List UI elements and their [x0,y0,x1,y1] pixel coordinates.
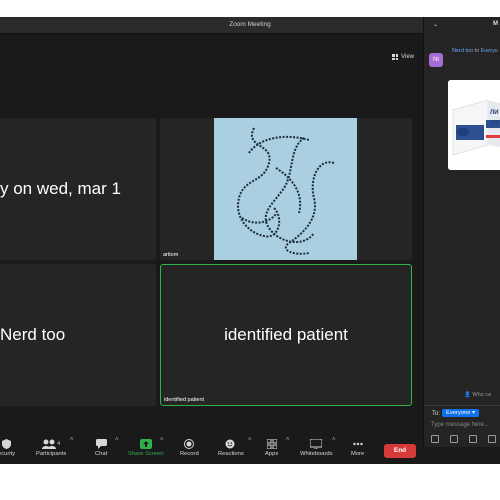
chat-button[interactable]: Chat [95,438,107,457]
video-gallery: View y on wed, mar 1 artiom Nerd too ide… [0,34,422,453]
reactions-button[interactable]: Reactions [218,438,244,457]
share-screen-chevron-up-icon[interactable]: ˄ [160,437,164,443]
video-tile-artiom[interactable]: artiom [160,118,412,260]
participants-chevron-up-icon[interactable]: ˄ [70,437,74,443]
apps-label: Apps [265,451,279,457]
participant-display-text: identified patient [224,325,348,344]
apps-button[interactable]: Apps [265,438,278,457]
reactions-label: Reactions [218,451,244,457]
recipient-selected: Everyone [446,410,471,416]
chat-input-toolbar [431,435,500,443]
apps-icon [266,438,277,449]
security-button[interactable]: ecurity [0,438,15,457]
whiteboards-chevron-up-icon[interactable]: ˄ [332,437,336,443]
doodle-image [237,127,335,255]
share-screen-button[interactable]: Share Screen [128,438,163,457]
view-button[interactable]: View [392,54,414,60]
record-button[interactable]: Record [180,438,199,457]
message-header: Nerd too to Everyo [452,48,498,54]
divider [424,405,500,406]
who-can-text: Who ca [472,392,492,398]
window-title: Zoom Meeting [229,21,271,28]
participant-name-label: identified patient [164,397,205,403]
avatar: Nt [429,53,443,67]
record-label: Record [180,451,199,457]
participant-video-image [214,118,357,260]
end-meeting-button[interactable]: End [384,444,416,458]
apps-chevron-up-icon[interactable]: ˄ [286,437,290,443]
reactions-chevron-up-icon[interactable]: ˄ [248,437,252,443]
who-can-see-info[interactable]: 👤 Who ca [464,392,491,398]
chat-panel: ⌄ M Nt Nerd too to Everyo ЛИ 300 👤 Who c… [423,17,500,447]
grid-icon [392,54,399,60]
collapse-chevron-down-icon[interactable]: ⌄ [433,21,438,28]
share-screen-label: Share Screen [128,451,164,457]
record-icon [184,438,195,449]
message-recipient: Everyo [480,48,498,54]
participants-label: Participants [36,451,67,457]
share-screen-icon [139,438,152,449]
smiley-icon [225,438,236,449]
chat-panel-title: M [493,21,498,27]
video-tile-top-left[interactable]: y on wed, mar 1 [0,118,156,260]
more-dots-icon [352,438,363,449]
meeting-toolbar: ecurity 4 Participants ˄ Chat ˄ Share Sc… [0,435,422,464]
message-sender: Nerd too [452,48,474,54]
person-icon: 👤 [464,392,471,398]
more-label: More [351,451,365,457]
image-text-1: ЛИ [490,110,499,116]
file-icon[interactable] [469,435,477,443]
to-label: To: [432,411,441,417]
more-button[interactable]: More [351,438,364,457]
chat-message-input[interactable]: Type message here... [431,422,489,428]
screenshot-icon[interactable] [450,435,458,443]
chat-chevron-up-icon[interactable]: ˄ [115,437,119,443]
video-tile-nerd-too[interactable]: Nerd too [0,264,156,406]
message-to-word: to [474,48,480,54]
participants-icon: 4 [42,438,60,449]
participant-display-text: Nerd too [0,325,66,344]
participants-button[interactable]: 4 Participants [36,438,66,457]
chat-icon [95,438,107,449]
shield-icon [2,438,12,449]
security-label: ecurity [0,451,16,457]
chat-panel-header: ⌄ M [424,17,500,31]
whiteboard-icon [310,438,323,449]
participant-display-text: y on wed, mar 1 [0,179,121,198]
participants-count: 4 [57,440,61,447]
view-label: View [401,54,414,60]
video-tile-identified-patient[interactable]: identified patient identified patient [160,264,412,406]
whiteboards-button[interactable]: Whiteboards [300,438,333,457]
chevron-down-icon: ▾ [472,410,476,416]
recipient-dropdown[interactable]: Everyone ▾ [442,409,480,417]
participant-name-label: artiom [163,252,179,258]
chat-label: Chat [95,451,108,457]
image-text-2: 300 [490,120,499,126]
chat-image-attachment[interactable]: ЛИ 300 [448,80,500,170]
code-icon[interactable] [488,435,496,443]
whiteboards-label: Whiteboards [300,451,333,457]
format-icon[interactable] [431,435,439,443]
